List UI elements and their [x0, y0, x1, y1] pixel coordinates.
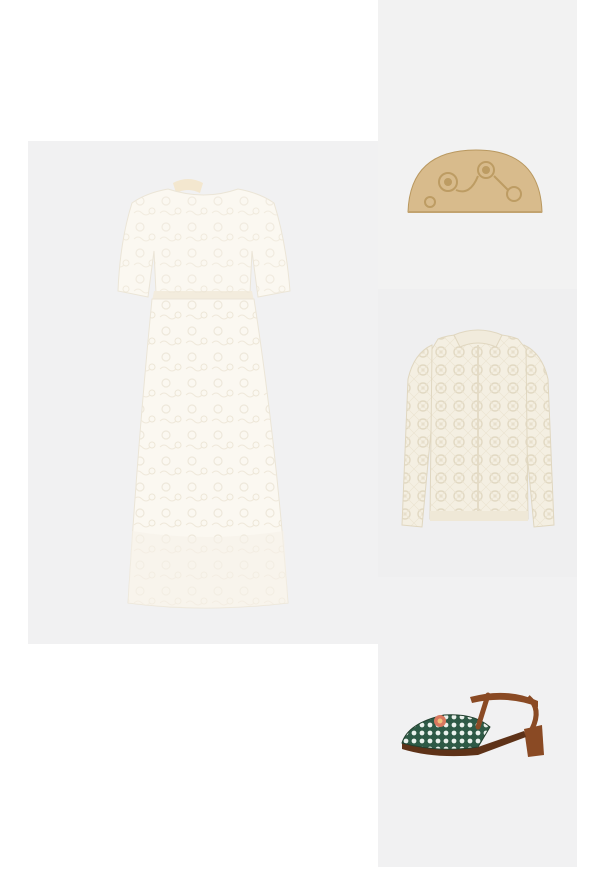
lace-dress-illustration — [117, 179, 291, 609]
product-image-dress[interactable] — [28, 141, 378, 644]
t-bar-sandal-illustration — [401, 692, 544, 757]
raffia-clutch-illustration — [407, 149, 543, 213]
product-image-clutch[interactable] — [378, 0, 577, 289]
product-image-sandal[interactable] — [378, 577, 577, 867]
crochet-cardigan-illustration — [401, 329, 555, 528]
product-image-cardigan[interactable] — [378, 289, 577, 577]
